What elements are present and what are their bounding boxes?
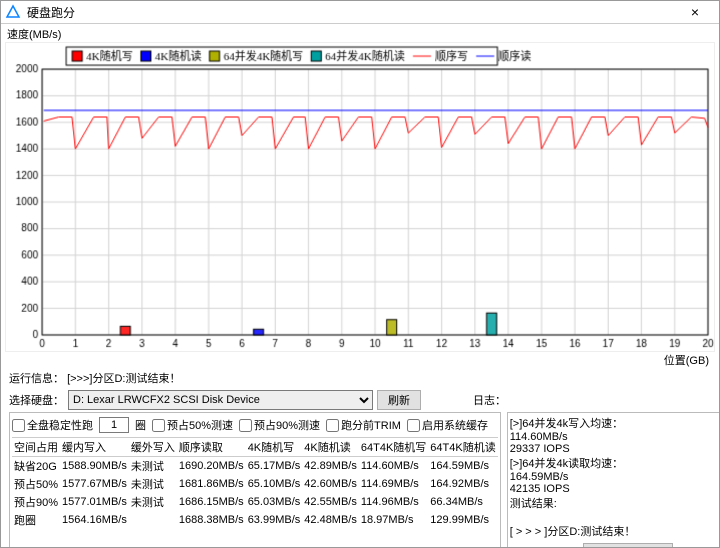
- opt-syscache[interactable]: 启用系统缓存: [407, 417, 488, 433]
- col-header: 64T4K随机写: [359, 438, 428, 457]
- results-table: 空间占用缓内写入缓外写入顺序读取4K随机写4K随机读64T4K随机写64T4K随…: [12, 437, 498, 529]
- table-row: 跑圈1564.16MB/s1688.38MB/s63.99MB/s42.48MB…: [12, 511, 498, 529]
- table-row: 预占90%1577.01MB/s未测试1686.15MB/s65.03MB/s4…: [12, 493, 498, 511]
- col-header: 4K随机读: [302, 438, 359, 457]
- window-title: 硬盘跑分: [27, 4, 675, 21]
- titlebar: 硬盘跑分 ×: [1, 1, 719, 24]
- app-icon: [5, 4, 21, 20]
- runinfo-row: 运行信息： [>>>]分区D:测试结束！: [5, 368, 715, 388]
- disk-select[interactable]: D: Lexar LRWCFX2 SCSI Disk Device: [68, 390, 373, 410]
- refresh-button[interactable]: 刷新: [377, 390, 421, 410]
- log-label: 日志：: [473, 392, 711, 408]
- opt-p90[interactable]: 预占90%测速: [239, 417, 320, 433]
- y-axis-label: 速度(MB/s): [5, 26, 715, 42]
- log-panel: [>]64并发4k写入均速： 114.60MB/s 29337 IOPS [>]…: [507, 412, 720, 548]
- runinfo-label: 运行信息：: [9, 373, 64, 385]
- opt-fulldisk[interactable]: 全盘稳定性跑: [12, 417, 93, 433]
- col-header: 4K随机写: [246, 438, 303, 457]
- start-button[interactable]: 开始: [583, 543, 673, 548]
- controls-panel: 全盘稳定性跑 圈 预占50%测速 预占90%测速 跑分前TRIM 启用系统缓存 …: [9, 412, 501, 548]
- table-row: 预占50%1577.67MB/s未测试1681.86MB/s65.10MB/s4…: [12, 475, 498, 493]
- table-row: 缺省20G1588.90MB/s未测试1690.20MB/s65.17MB/s4…: [12, 457, 498, 476]
- rounds-input[interactable]: [99, 417, 129, 433]
- disk-label: 选择硬盘：: [9, 392, 64, 408]
- runinfo-text: [>>>]分区D:测试结束！: [67, 373, 180, 385]
- col-header: 缓外写入: [129, 438, 177, 457]
- opt-trim[interactable]: 跑分前TRIM: [326, 417, 401, 433]
- col-header: 顺序读取: [177, 438, 246, 457]
- col-header: 空间占用: [12, 438, 60, 457]
- opt-p50[interactable]: 预占50%测速: [152, 417, 233, 433]
- chart-area: [5, 42, 715, 352]
- rounds-unit: 圈: [135, 417, 146, 433]
- x-axis-label: 位置(GB): [5, 352, 715, 368]
- close-button[interactable]: ×: [675, 1, 715, 23]
- col-header: 缓内写入: [60, 438, 129, 457]
- col-header: 64T4K随机读: [428, 438, 497, 457]
- log-box[interactable]: [>]64并发4k写入均速： 114.60MB/s 29337 IOPS [>]…: [510, 415, 720, 539]
